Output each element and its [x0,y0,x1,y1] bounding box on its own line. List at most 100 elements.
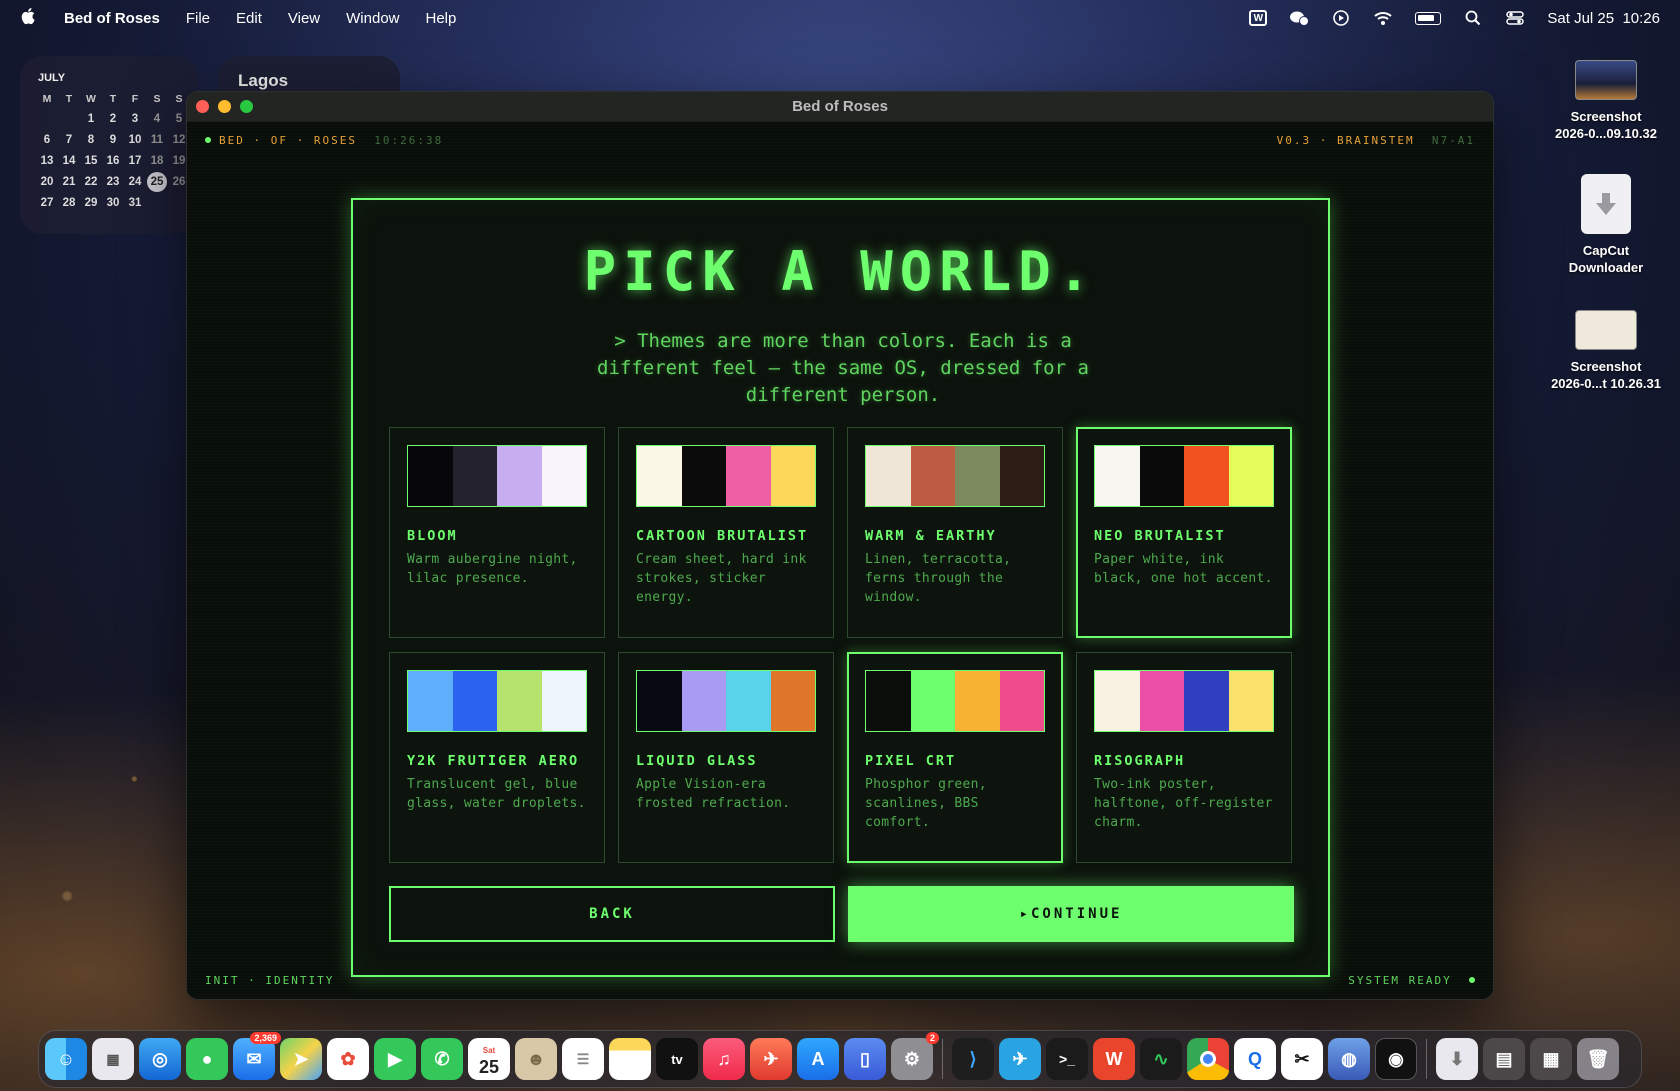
calendar-day: 30 [106,196,120,209]
mail-badge: 2,369 [250,1032,281,1044]
menu-clock[interactable]: Sat Jul 25 10:26 [1547,10,1660,27]
theme-card-neo-brutalist[interactable]: NEO BRUTALIST Paper white, ink black, on… [1076,427,1292,638]
theme-description: Cream sheet, hard ink strokes, sticker e… [636,552,807,605]
theme-card-pixel-crt[interactable]: PIXEL CRT Phosphor green, scanlines, BBS… [847,652,1063,863]
photos-icon[interactable]: ✿ [327,1038,369,1080]
menu-app-name[interactable]: Bed of Roses [64,10,160,27]
apple-logo-icon[interactable] [20,7,38,30]
color-swatch [1095,446,1140,506]
app-store-icon[interactable]: A [797,1038,839,1080]
calendar-day: 22 [84,175,98,188]
terminal-icon[interactable]: >_ [1046,1038,1088,1080]
apple-tv-icon[interactable]: tv [656,1038,698,1080]
calendar-day: 1 [87,112,95,125]
trash-icon[interactable]: 🗑 [1577,1038,1619,1080]
continue-button[interactable]: ▸CONTINUE [848,886,1294,942]
music-icon[interactable]: ♫ [703,1038,745,1080]
telegram-icon[interactable]: ✈ [999,1038,1041,1080]
maps-icon[interactable]: ➤ [280,1038,322,1080]
calendar-day: 31 [128,196,142,209]
calendar-day: 4 [153,112,161,125]
desktop-file-screenshot-1[interactable]: Screenshot 2026-0...09.10.32 [1536,60,1676,142]
apple-tv-label: tv [671,1051,683,1067]
calendar-day: 3 [131,112,139,125]
menu-file[interactable]: File [186,10,210,27]
activity-monitor-icon[interactable]: ∿ [1140,1038,1182,1080]
battery-icon[interactable] [1415,11,1442,25]
calendar-day: 29 [84,196,98,209]
downloads-stack-icon[interactable]: ⬇ [1436,1038,1478,1080]
calendar-day: 6 [43,133,51,146]
calendar-day [58,108,80,129]
documents-stack-icon[interactable]: ▦ [1530,1038,1572,1080]
color-swatch [866,671,911,731]
messages-icon[interactable]: ● [186,1038,228,1080]
system-settings-icon[interactable]: ⚙ 2 [891,1032,939,1080]
menu-view[interactable]: View [288,10,320,27]
window-titlebar[interactable]: Bed of Roses [187,92,1493,122]
theme-card-liquid-glass[interactable]: LIQUID GLASS Apple Vision-era frosted re… [618,652,834,863]
chrome-icon[interactable] [1187,1038,1229,1080]
desktop-file-label: 2026-0...t 10.26.31 [1551,376,1661,391]
footer-step-label: INIT · IDENTITY [205,974,335,987]
menu-edit[interactable]: Edit [236,10,262,27]
screen-recorder-icon[interactable]: ◉ [1375,1038,1417,1080]
desktop-file-capcut-downloader[interactable]: CapCut Downloader [1536,174,1676,276]
control-center-icon[interactable] [1505,10,1525,26]
page-subtitle: > Themes are more than colors. Each is a… [597,330,1089,406]
zoom-window-icon[interactable] [240,100,253,113]
calendar-day: 24 [128,175,142,188]
vscode-icon[interactable]: ⟩ [952,1038,994,1080]
theme-card-risograph[interactable]: RISOGRAPH Two-ink poster, halftone, off-… [1076,652,1292,863]
screenshot-thumbnail-icon [1575,60,1637,100]
safari-icon[interactable]: ◎ [139,1038,181,1080]
facetime-icon[interactable]: ▶ [374,1038,416,1080]
wechat-status-icon[interactable] [1289,10,1310,26]
calendar-day: 17 [128,154,142,167]
theme-card-y2k-frutiger-aero[interactable]: Y2K FRUTIGER AERO Translucent gel, blue … [389,652,605,863]
wifi-icon[interactable] [1373,10,1393,26]
calendar-month: JULY [38,72,66,84]
calendar-weekday: W [86,93,96,105]
finder-icon[interactable]: ☺ [45,1038,87,1080]
theme-card-bloom[interactable]: BLOOM Warm aubergine night, lilac presen… [389,427,605,638]
capcut-icon[interactable]: ✂ [1281,1038,1323,1080]
menu-window[interactable]: Window [346,10,399,27]
color-swatches [636,670,816,732]
color-swatch [637,446,682,506]
spotlight-search-icon[interactable] [1463,10,1483,26]
color-swatch [770,671,815,731]
contacts-icon[interactable]: ☻ [515,1038,557,1080]
color-swatch [955,671,1000,731]
minimize-window-icon[interactable] [218,100,231,113]
reminders-icon[interactable]: ☰ [562,1038,604,1080]
theme-card-warm-earthy[interactable]: WARM & EARTHY Linen, terracotta, ferns t… [847,427,1063,638]
screenshots-stack-icon[interactable]: ▤ [1483,1038,1525,1080]
desktop-file-label: Screenshot [1570,109,1642,124]
color-swatches [1094,670,1274,732]
quicktime-icon[interactable]: Q [1234,1038,1276,1080]
color-swatches [865,445,1045,507]
launchpad-icon[interactable]: ▦ [92,1038,134,1080]
notes-icon[interactable] [609,1038,651,1080]
desktop-file-screenshot-2[interactable]: Screenshot 2026-0...t 10.26.31 [1536,310,1676,392]
close-window-icon[interactable] [196,100,209,113]
wps-office-icon[interactable]: W [1093,1038,1135,1080]
play-status-icon[interactable] [1331,10,1351,26]
calendar-widget[interactable]: JULY M T W T F S S 1 2 3 4 5 6 7 8 9 10 11 12 13 14 15 16 17 18 1… [20,56,198,234]
wps-status-icon[interactable]: W [1249,10,1268,26]
desktop-file-label: Screenshot [1570,359,1642,374]
theme-grid: BLOOM Warm aubergine night, lilac presen… [389,427,1292,863]
color-swatch [1228,446,1273,506]
theme-card-cartoon-brutalist[interactable]: CARTOON BRUTALIST Cream sheet, hard ink … [618,427,834,638]
mail-icon[interactable]: ✉ 2,369 [233,1032,281,1080]
menu-help[interactable]: Help [426,10,457,27]
calendar-app-icon[interactable]: Sat 25 [468,1038,510,1080]
disk-utility-icon[interactable]: ◍ [1328,1038,1370,1080]
window-title: Bed of Roses [792,98,888,115]
dock: ☺ ▦ ◎ ● ✉ 2,369 ➤ ✿ ▶ ✆ Sat 25 ☻ ☰ tv ♫ ✈ … [38,1030,1642,1088]
back-button[interactable]: BACK [389,886,835,942]
simulator-icon[interactable]: ▯ [844,1038,886,1080]
rocket-app-icon[interactable]: ✈ [750,1038,792,1080]
phone-icon[interactable]: ✆ [421,1038,463,1080]
